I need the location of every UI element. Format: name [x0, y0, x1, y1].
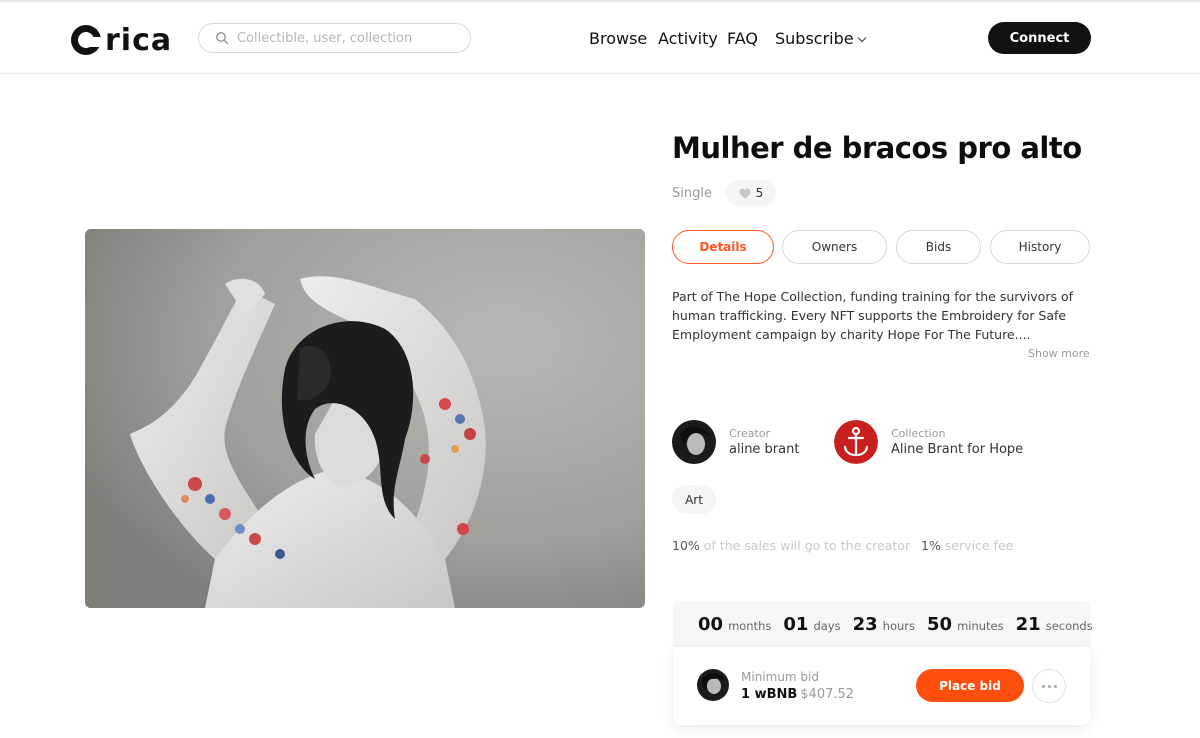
like-button[interactable]: 5 — [726, 180, 776, 206]
item-description: Part of The Hope Collection, funding tra… — [672, 289, 1074, 342]
royalty-text: of the sales will go to the creator — [703, 538, 911, 553]
edition-type: Single — [672, 186, 712, 201]
tab-owners[interactable]: Owners — [782, 230, 887, 264]
nav-browse[interactable]: Browse — [589, 29, 647, 48]
nav-faq[interactable]: FAQ — [727, 29, 758, 48]
creator-card[interactable]: Creator aline brant — [672, 420, 799, 464]
search-input[interactable] — [237, 30, 457, 46]
countdown-days: 01 days — [783, 614, 840, 635]
collection-card[interactable]: Collection Aline Brant for Hope — [834, 420, 1023, 464]
tab-details[interactable]: Details — [672, 230, 774, 264]
min-bid-usd: $407.52 — [800, 687, 855, 702]
tab-bids[interactable]: Bids — [896, 230, 981, 264]
more-dot-icon — [1053, 684, 1057, 688]
service-fee-info: 1% service fee — [921, 538, 1013, 553]
more-dot-icon — [1041, 684, 1045, 688]
countdown-value: 01 — [783, 613, 809, 635]
countdown-minutes: 50 minutes — [927, 614, 1004, 635]
creator-role-label: Creator — [729, 427, 771, 440]
item-title: Mulher de bracos pro alto — [672, 131, 1082, 165]
countdown-seconds: 21 seconds — [1016, 614, 1093, 635]
service-fee-text: service fee — [944, 538, 1014, 553]
bid-card: Minimum bid 1 wBNB $407.52 Place bid — [673, 647, 1090, 725]
collection-name: Aline Brant for Hope — [891, 442, 1024, 457]
tab-history[interactable]: History — [990, 230, 1090, 264]
connect-button[interactable]: Connect — [988, 22, 1091, 54]
search-box[interactable] — [198, 23, 471, 53]
collection-avatar — [834, 420, 878, 464]
countdown-value: 23 — [852, 613, 878, 635]
category-tag[interactable]: Art — [672, 485, 716, 514]
countdown-hours: 23 hours — [853, 614, 915, 635]
show-more-link[interactable]: Show more — [1028, 347, 1090, 360]
countdown-unit: minutes — [957, 618, 1004, 633]
nav-subscribe[interactable]: Subscribe — [775, 29, 866, 48]
bidder-avatar — [697, 669, 729, 701]
countdown-value: 21 — [1015, 613, 1041, 635]
countdown-unit: days — [813, 618, 841, 633]
more-dot-icon — [1047, 684, 1051, 688]
place-bid-button[interactable]: Place bid — [916, 669, 1024, 702]
search-icon — [216, 32, 229, 45]
countdown-value: 00 — [698, 613, 724, 635]
countdown-months: 00 months — [698, 614, 771, 635]
creator-name: aline brant — [729, 442, 800, 457]
like-count: 5 — [755, 186, 764, 200]
countdown-unit: hours — [882, 618, 916, 633]
logo-text: rica — [105, 23, 173, 58]
countdown-value: 50 — [927, 613, 953, 635]
royalty-value: 10% — [672, 538, 700, 553]
auction-countdown: 00 months 01 days 23 hours 50 minutes 21 seco… — [673, 601, 1093, 647]
chevron-down-icon — [857, 33, 866, 43]
min-bid-value: 1 wBNB — [741, 687, 798, 702]
more-options-button[interactable] — [1032, 669, 1066, 703]
nav-subscribe-label: Subscribe — [775, 29, 854, 48]
site-header: rica Browse Activity FAQ Subscribe Conne… — [0, 2, 1200, 74]
service-fee-value: 1% — [921, 538, 941, 553]
countdown-unit: months — [728, 618, 772, 633]
creator-avatar — [672, 420, 716, 464]
min-bid-label: Minimum bid — [741, 670, 819, 684]
min-bid-amount: 1 wBNB $407.52 — [741, 687, 854, 702]
logo-mark-icon — [71, 24, 103, 55]
artwork-illustration — [85, 229, 645, 608]
collection-role-label: Collection — [891, 427, 946, 440]
nav-activity[interactable]: Activity — [658, 29, 718, 48]
logo[interactable]: rica — [71, 21, 172, 58]
artwork-image[interactable] — [85, 229, 645, 608]
countdown-unit: seconds — [1045, 618, 1093, 633]
heart-icon — [739, 188, 751, 198]
royalty-info: 10% of the sales will go to the creator — [672, 538, 910, 553]
